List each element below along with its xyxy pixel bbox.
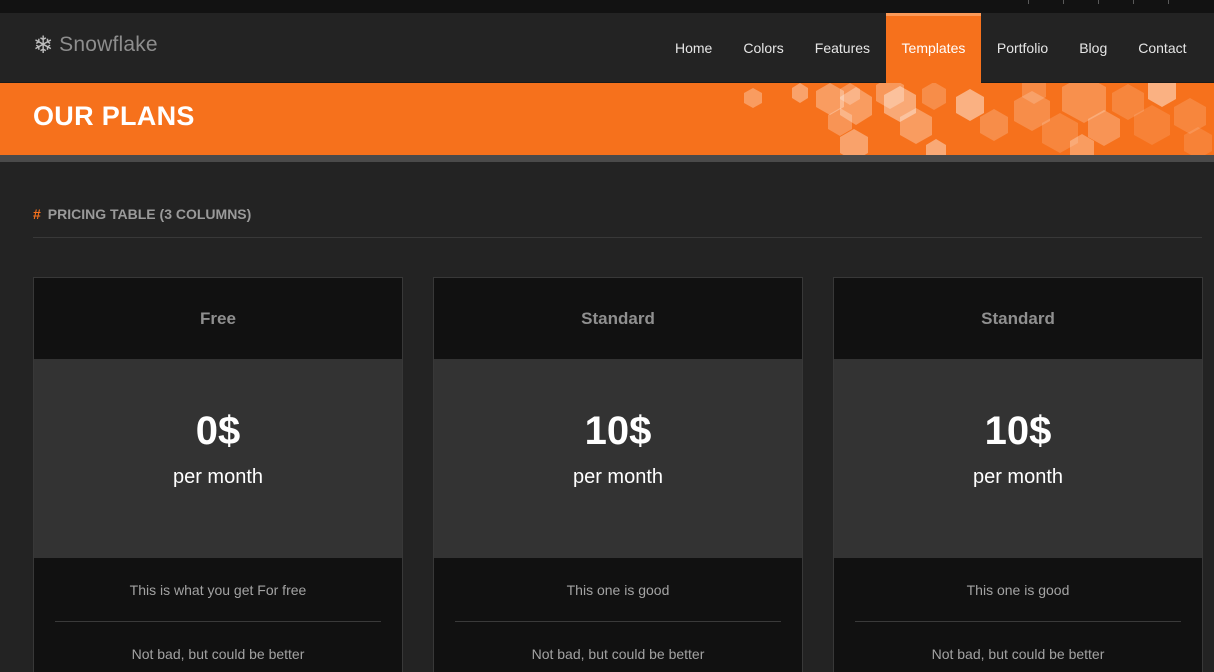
top-strip-divider [1098, 0, 1099, 4]
plan-feature: This one is good [455, 558, 781, 622]
plan-price-box: 0$ per month [34, 359, 402, 558]
plan-name: Free [34, 278, 402, 359]
pricing-plan-free: Free 0$ per month This is what you get F… [33, 277, 403, 672]
nav-item-blog[interactable]: Blog [1064, 13, 1123, 83]
plan-period: per month [172, 466, 264, 488]
brand-name: Snowflake [59, 33, 158, 56]
top-strip-divider [1133, 0, 1134, 4]
plan-features: This one is good Not bad, but could be b… [834, 558, 1202, 672]
plan-feature: This one is good [855, 558, 1181, 622]
nav-item-contact[interactable]: Contact [1123, 13, 1202, 83]
page-banner: OUR PLANS [0, 83, 1214, 155]
plan-period: per month [972, 466, 1064, 488]
navbar: ❄ Snowflake Home Colors Features Templat… [0, 13, 1214, 83]
top-strip [0, 0, 1214, 13]
hexagon-pattern [744, 83, 1212, 155]
page-title: OUR PLANS [33, 101, 195, 131]
top-strip-divider [1028, 0, 1029, 4]
logo[interactable]: ❄ Snowflake [33, 31, 158, 59]
section-title: PRICING TABLE (3 COLUMNS) [47, 206, 252, 222]
plan-features: This one is good Not bad, but could be b… [434, 558, 802, 672]
pricing-plan-standard-2: Standard 10$ per month This one is good … [833, 277, 1203, 672]
banner-divider [0, 155, 1214, 162]
top-strip-divider [1168, 0, 1169, 4]
main-menu: Home Colors Features Templates Portfolio… [659, 13, 1202, 83]
plan-price: 10$ [984, 409, 1052, 453]
section-hash: # [33, 206, 41, 222]
plan-price: 0$ [195, 409, 241, 453]
plan-price-box: 10$ per month [434, 359, 802, 558]
nav-item-colors[interactable]: Colors [728, 13, 799, 83]
snowflake-icon: ❄ [33, 31, 54, 59]
pricing-plan-standard: Standard 10$ per month This one is good … [433, 277, 803, 672]
plan-price-box: 10$ per month [834, 359, 1202, 558]
plan-name: Standard [834, 278, 1202, 359]
nav-item-portfolio[interactable]: Portfolio [981, 13, 1063, 83]
section-heading: # PRICING TABLE (3 COLUMNS) [33, 206, 1202, 238]
plan-feature: Not bad, but could be better [131, 646, 305, 662]
nav-item-home[interactable]: Home [659, 13, 727, 83]
plan-feature: Not bad, but could be better [531, 646, 705, 662]
plan-period: per month [572, 466, 664, 488]
plan-feature: This is what you get For free [55, 558, 381, 622]
plan-feature: Not bad, but could be better [931, 646, 1105, 662]
plan-price: 10$ [584, 409, 652, 453]
top-strip-divider [1063, 0, 1064, 4]
plan-name: Standard [434, 278, 802, 359]
plan-features: This is what you get For free Not bad, b… [34, 558, 402, 672]
nav-item-templates[interactable]: Templates [885, 13, 982, 83]
nav-item-features[interactable]: Features [799, 13, 885, 83]
